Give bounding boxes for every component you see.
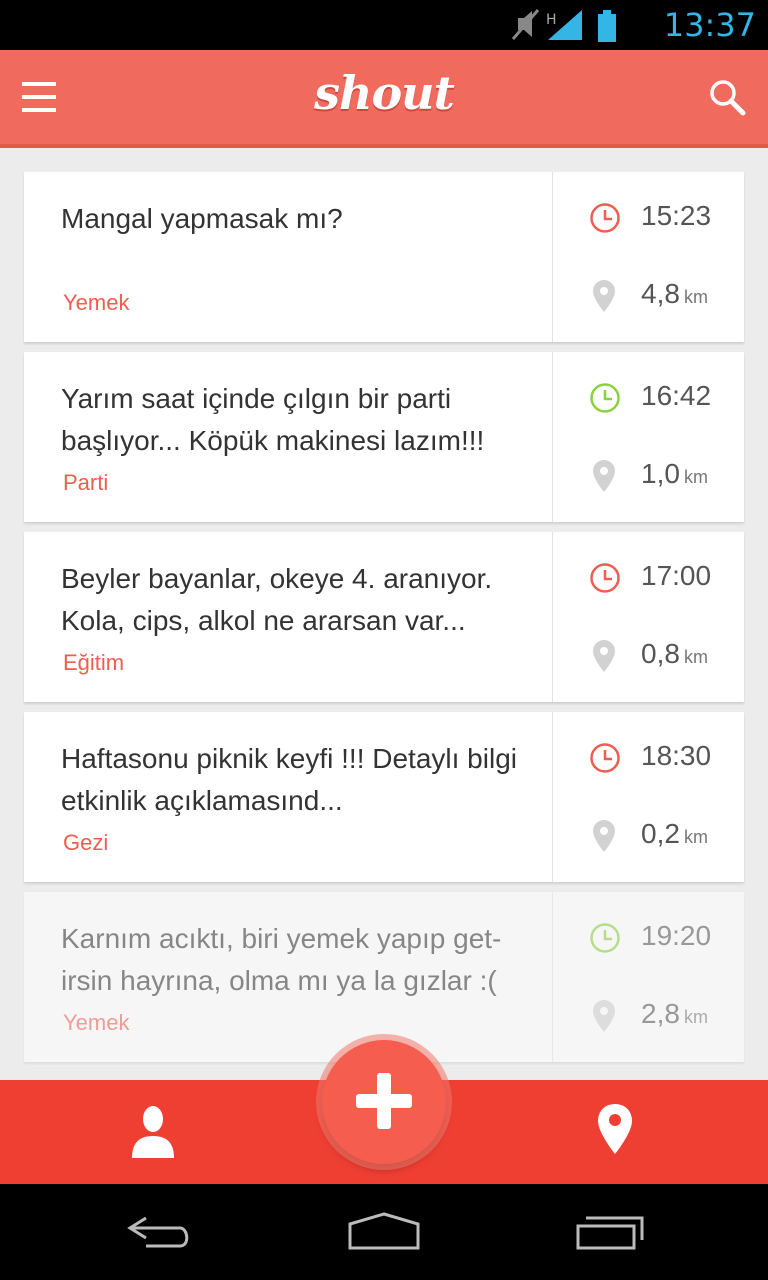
- map-pin-icon: [593, 460, 615, 492]
- post-content: Mangal yapmasak mı? Yemek: [24, 172, 553, 342]
- post-time: 16:42: [641, 380, 712, 411]
- home-icon[interactable]: [346, 1212, 422, 1252]
- distance-unit: km: [683, 287, 708, 307]
- recents-icon[interactable]: [574, 1212, 646, 1252]
- post-distance: 0,2 km: [641, 818, 708, 850]
- post-text: Yarım saat içinde çılgın bir parti başlı…: [61, 383, 485, 456]
- distance-unit: km: [683, 467, 708, 487]
- post-meta: 18:30 0,2 km: [553, 712, 744, 882]
- system-nav-bar: [0, 1184, 768, 1280]
- back-icon[interactable]: [124, 1212, 196, 1252]
- post-card[interactable]: Haftasonu piknik keyfi !!! Detaylı bilgi…: [24, 712, 744, 882]
- search-icon[interactable]: [708, 78, 746, 116]
- post-card[interactable]: Beyler bayanlar, okeye 4. aranıyor. Kola…: [24, 532, 744, 702]
- post-category[interactable]: Eğitim: [63, 650, 124, 676]
- post-content: Beyler bayanlar, okeye 4. aranıyor. Kola…: [24, 532, 553, 702]
- post-list: Mangal yapmasak mı? Yemek 15:23 4,8 km Ya…: [24, 172, 744, 1072]
- app-logo: shout: [314, 66, 455, 120]
- post-meta: 15:23 4,8 km: [553, 172, 744, 342]
- clock-icon: [590, 383, 620, 413]
- post-card[interactable]: Karnım acıktı, biri yemek yapıp get-irsi…: [24, 892, 744, 1062]
- distance-unit: km: [683, 647, 708, 667]
- distance-value: 0,2: [641, 818, 680, 849]
- post-content: Yarım saat içinde çılgın bir parti başlı…: [24, 352, 553, 522]
- post-text: Karnım acıktı, biri yemek yapıp get-irsi…: [61, 923, 502, 996]
- clock-icon: [590, 203, 620, 233]
- clock-icon: [590, 743, 620, 773]
- distance-value: 0,8: [641, 638, 680, 669]
- plus-icon-vertical: [377, 1073, 391, 1129]
- post-category[interactable]: Gezi: [63, 830, 108, 856]
- status-icons: H: [511, 9, 616, 42]
- map-pin-icon: [593, 1000, 615, 1032]
- post-text: Haftasonu piknik keyfi !!! Detaylı bilgi…: [61, 743, 517, 816]
- post-time: 19:20: [641, 920, 712, 951]
- post-meta: 19:20 2,8 km: [553, 892, 744, 1062]
- post-time: 18:30: [641, 740, 712, 771]
- add-post-button[interactable]: [322, 1040, 446, 1164]
- app-bar: shout: [0, 50, 768, 148]
- distance-value: 2,8: [641, 998, 680, 1029]
- post-card[interactable]: Yarım saat içinde çılgın bir parti başlı…: [24, 352, 744, 522]
- post-content: Haftasonu piknik keyfi !!! Detaylı bilgi…: [24, 712, 553, 882]
- post-category[interactable]: Parti: [63, 470, 108, 496]
- post-meta: 16:42 1,0 km: [553, 352, 744, 522]
- person-icon[interactable]: [130, 1104, 176, 1158]
- post-category[interactable]: Yemek: [63, 1010, 129, 1036]
- distance-value: 4,8: [641, 278, 680, 309]
- post-time: 17:00: [641, 560, 712, 591]
- distance-value: 1,0: [641, 458, 680, 489]
- post-time: 15:23: [641, 200, 712, 231]
- post-text: Mangal yapmasak mı?: [61, 203, 343, 234]
- battery-icon: [598, 10, 616, 42]
- map-pin-icon: [593, 820, 615, 852]
- status-bar: H 13:37: [0, 0, 768, 50]
- network-type-label: H: [546, 12, 557, 28]
- post-distance: 2,8 km: [641, 998, 708, 1030]
- post-text: Beyler bayanlar, okeye 4. aranıyor. Kola…: [61, 563, 493, 636]
- clock-icon: [590, 923, 620, 953]
- map-pin-icon: [593, 640, 615, 672]
- status-time: 13:37: [663, 6, 756, 44]
- post-distance: 1,0 km: [641, 458, 708, 490]
- post-distance: 0,8 km: [641, 638, 708, 670]
- location-icon[interactable]: [598, 1104, 632, 1154]
- map-pin-icon: [593, 280, 615, 312]
- distance-unit: km: [683, 827, 708, 847]
- post-category[interactable]: Yemek: [63, 290, 129, 316]
- post-content: Karnım acıktı, biri yemek yapıp get-irsi…: [24, 892, 553, 1062]
- clock-icon: [590, 563, 620, 593]
- post-distance: 4,8 km: [641, 278, 708, 310]
- mute-icon: [511, 9, 540, 40]
- post-meta: 17:00 0,8 km: [553, 532, 744, 702]
- distance-unit: km: [683, 1007, 708, 1027]
- post-card[interactable]: Mangal yapmasak mı? Yemek 15:23 4,8 km: [24, 172, 744, 342]
